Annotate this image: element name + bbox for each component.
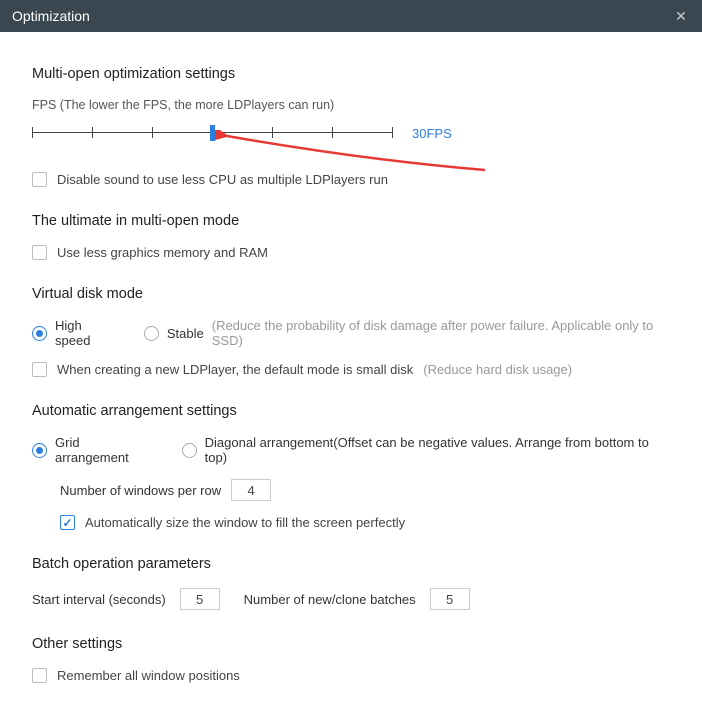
section-multi-open: Multi-open optimization settings FPS (Th… bbox=[32, 66, 670, 187]
close-icon[interactable]: ✕ bbox=[672, 7, 690, 25]
batches-input[interactable] bbox=[430, 588, 470, 610]
section-batch: Batch operation parameters Start interva… bbox=[32, 556, 670, 610]
section-heading: The ultimate in multi-open mode bbox=[32, 213, 670, 229]
stable-hint: (Reduce the probability of disk damage a… bbox=[212, 318, 670, 348]
section-arrangement: Automatic arrangement settings Grid arra… bbox=[32, 403, 670, 530]
section-other: Other settings Remember all window posit… bbox=[32, 636, 670, 683]
slider-tick bbox=[272, 127, 273, 138]
fps-value-label: 30FPS bbox=[412, 126, 452, 141]
fps-description: FPS (The lower the FPS, the more LDPlaye… bbox=[32, 98, 670, 112]
stable-label: Stable bbox=[167, 326, 204, 341]
high-speed-label: High speed bbox=[55, 318, 118, 348]
disable-sound-checkbox[interactable] bbox=[32, 172, 47, 187]
num-windows-input[interactable] bbox=[231, 479, 271, 501]
slider-tick bbox=[152, 127, 153, 138]
fps-slider[interactable] bbox=[32, 124, 392, 142]
section-virtual-disk: Virtual disk mode High speed Stable (Red… bbox=[32, 286, 670, 377]
section-heading: Other settings bbox=[32, 636, 670, 652]
slider-tick bbox=[92, 127, 93, 138]
auto-size-label: Automatically size the window to fill th… bbox=[85, 515, 405, 530]
high-speed-radio[interactable] bbox=[32, 326, 47, 341]
start-interval-label: Start interval (seconds) bbox=[32, 592, 166, 607]
slider-tick bbox=[392, 127, 393, 138]
slider-tick bbox=[32, 127, 33, 138]
start-interval-input[interactable] bbox=[180, 588, 220, 610]
section-heading: Multi-open optimization settings bbox=[32, 66, 670, 82]
small-disk-label: When creating a new LDPlayer, the defaul… bbox=[57, 362, 413, 377]
less-memory-checkbox[interactable] bbox=[32, 245, 47, 260]
batches-label: Number of new/clone batches bbox=[244, 592, 416, 607]
slider-tick bbox=[332, 127, 333, 138]
num-windows-label: Number of windows per row bbox=[60, 483, 221, 498]
disable-sound-label: Disable sound to use less CPU as multipl… bbox=[57, 172, 388, 187]
section-heading: Virtual disk mode bbox=[32, 286, 670, 302]
auto-size-checkbox[interactable] bbox=[60, 515, 75, 530]
window-title: Optimization bbox=[12, 8, 90, 24]
section-ultimate: The ultimate in multi-open mode Use less… bbox=[32, 213, 670, 260]
remember-positions-label: Remember all window positions bbox=[57, 668, 240, 683]
titlebar: Optimization ✕ bbox=[0, 0, 702, 32]
section-heading: Automatic arrangement settings bbox=[32, 403, 670, 419]
small-disk-hint: (Reduce hard disk usage) bbox=[423, 362, 572, 377]
diagonal-radio[interactable] bbox=[182, 443, 197, 458]
diagonal-label: Diagonal arrangement(Offset can be negat… bbox=[205, 435, 670, 465]
grid-label: Grid arrangement bbox=[55, 435, 156, 465]
grid-radio[interactable] bbox=[32, 443, 47, 458]
small-disk-checkbox[interactable] bbox=[32, 362, 47, 377]
content-area: Multi-open optimization settings FPS (Th… bbox=[0, 32, 702, 703]
stable-radio[interactable] bbox=[144, 326, 159, 341]
remember-positions-checkbox[interactable] bbox=[32, 668, 47, 683]
section-heading: Batch operation parameters bbox=[32, 556, 670, 572]
slider-thumb[interactable] bbox=[210, 125, 215, 141]
less-memory-label: Use less graphics memory and RAM bbox=[57, 245, 268, 260]
